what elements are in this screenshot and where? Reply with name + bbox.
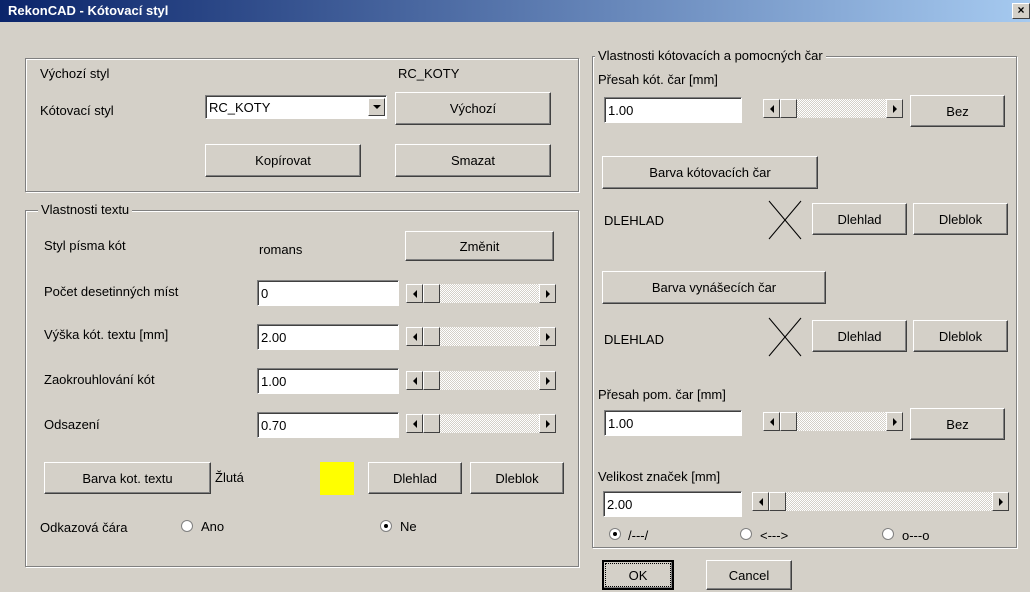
scroll-thumb[interactable] xyxy=(780,412,797,431)
scroll-right-icon[interactable] xyxy=(992,492,1009,511)
default-style-label: Výchozí styl xyxy=(40,66,110,81)
decimals-scrollbar[interactable] xyxy=(406,284,556,303)
offset-input[interactable]: 0.70 xyxy=(257,412,399,438)
window-title: RekonCAD - Kótovací styl xyxy=(8,3,169,18)
scroll-right-icon[interactable] xyxy=(539,327,556,346)
ext-overshoot-input[interactable]: 1.00 xyxy=(604,410,742,436)
ext-line-bylayer-button[interactable]: Dlehlad xyxy=(812,320,907,352)
font-style-label: Styl písma kót xyxy=(44,238,126,253)
marker-size-input[interactable]: 2.00 xyxy=(603,491,742,517)
scroll-right-icon[interactable] xyxy=(886,412,903,431)
text-color-byblock-button[interactable]: Dleblok xyxy=(470,462,564,494)
scroll-right-icon[interactable] xyxy=(886,99,903,118)
scroll-left-icon[interactable] xyxy=(763,412,780,431)
text-color-name: Žlutá xyxy=(215,470,244,485)
text-color-bylayer-button[interactable]: Dlehlad xyxy=(368,462,462,494)
scroll-left-icon[interactable] xyxy=(406,414,423,433)
scroll-left-icon[interactable] xyxy=(763,99,780,118)
rounding-scrollbar[interactable] xyxy=(406,371,556,390)
lines-properties-title: Vlastnosti kótovacích a pomocných čar xyxy=(595,48,826,63)
rounding-input[interactable]: 1.00 xyxy=(257,368,399,394)
delete-button[interactable]: Smazat xyxy=(395,144,551,177)
leader-label: Odkazová čára xyxy=(40,520,128,535)
marker-size-scrollbar[interactable] xyxy=(752,492,1009,511)
text-color-button[interactable]: Barva kot. textu xyxy=(44,462,211,494)
ext-line-color-value: DLEHLAD xyxy=(604,332,664,347)
scroll-thumb[interactable] xyxy=(769,492,786,511)
font-style-value: romans xyxy=(259,242,303,257)
marker-arrow-label: <---> xyxy=(760,528,789,543)
offset-scrollbar[interactable] xyxy=(406,414,556,433)
scroll-thumb[interactable] xyxy=(423,284,440,303)
ext-overshoot-label: Přesah pom. čar [mm] xyxy=(598,387,726,402)
marker-slash-radio[interactable] xyxy=(609,528,621,540)
close-button[interactable]: × xyxy=(1012,3,1030,19)
default-button[interactable]: Výchozí xyxy=(395,92,551,125)
chevron-down-icon[interactable] xyxy=(368,98,385,116)
no-color-icon xyxy=(768,200,802,240)
marker-size-label: Velikost značek [mm] xyxy=(598,469,721,484)
leader-no-label: Ne xyxy=(400,519,417,534)
dim-line-byblock-button[interactable]: Dleblok xyxy=(913,203,1008,235)
scroll-left-icon[interactable] xyxy=(406,284,423,303)
text-properties-title: Vlastnosti textu xyxy=(38,202,133,217)
title-bar: RekonCAD - Kótovací styl × xyxy=(0,0,1030,22)
text-color-swatch xyxy=(320,462,354,495)
decimals-input[interactable]: 0 xyxy=(257,280,399,306)
scroll-right-icon[interactable] xyxy=(539,414,556,433)
scroll-left-icon[interactable] xyxy=(406,327,423,346)
text-height-input[interactable]: 2.00 xyxy=(257,324,399,350)
scroll-left-icon[interactable] xyxy=(406,371,423,390)
ext-line-byblock-button[interactable]: Dleblok xyxy=(913,320,1008,352)
text-height-label: Výška kót. textu [mm] xyxy=(44,327,169,342)
dim-overshoot-input[interactable]: 1.00 xyxy=(604,97,742,123)
dim-style-select[interactable]: RC_KOTY xyxy=(205,95,387,119)
dim-line-bylayer-button[interactable]: Dlehlad xyxy=(812,203,907,235)
scroll-right-icon[interactable] xyxy=(539,284,556,303)
ext-line-color-button[interactable]: Barva vynášecích čar xyxy=(602,271,826,304)
change-font-button[interactable]: Změnit xyxy=(405,231,554,261)
dim-overshoot-none-button[interactable]: Bez xyxy=(910,95,1005,127)
scroll-thumb[interactable] xyxy=(423,371,440,390)
dim-style-select-value: RC_KOTY xyxy=(209,99,271,115)
dim-line-color-value: DLEHLAD xyxy=(604,213,664,228)
marker-dot-label: o---o xyxy=(902,528,930,543)
dim-line-color-button[interactable]: Barva kótovacích čar xyxy=(602,156,818,189)
offset-label: Odsazení xyxy=(44,417,100,432)
scroll-thumb[interactable] xyxy=(780,99,797,118)
rounding-label: Zaokrouhlování kót xyxy=(44,372,155,387)
ok-button[interactable]: OK xyxy=(602,560,674,590)
ext-overshoot-none-button[interactable]: Bez xyxy=(910,408,1005,440)
default-style-value: RC_KOTY xyxy=(398,66,460,81)
text-height-scrollbar[interactable] xyxy=(406,327,556,346)
decimals-label: Počet desetinných míst xyxy=(44,284,179,299)
cancel-button[interactable]: Cancel xyxy=(706,560,792,590)
leader-no-radio[interactable] xyxy=(380,520,392,532)
dim-style-label: Kótovací styl xyxy=(40,103,114,118)
scroll-thumb[interactable] xyxy=(423,414,440,433)
leader-yes-label: Ano xyxy=(201,519,225,534)
leader-yes-radio[interactable] xyxy=(181,520,193,532)
no-color-icon xyxy=(768,317,802,357)
scroll-thumb[interactable] xyxy=(423,327,440,346)
scroll-left-icon[interactable] xyxy=(752,492,769,511)
dim-overshoot-scrollbar[interactable] xyxy=(763,99,903,118)
dim-overshoot-label: Přesah kót. čar [mm] xyxy=(598,72,718,87)
scroll-right-icon[interactable] xyxy=(539,371,556,390)
copy-button[interactable]: Kopírovat xyxy=(205,144,361,177)
marker-arrow-radio[interactable] xyxy=(740,528,752,540)
marker-dot-radio[interactable] xyxy=(882,528,894,540)
marker-slash-label: /---/ xyxy=(628,528,649,543)
ext-overshoot-scrollbar[interactable] xyxy=(763,412,903,431)
